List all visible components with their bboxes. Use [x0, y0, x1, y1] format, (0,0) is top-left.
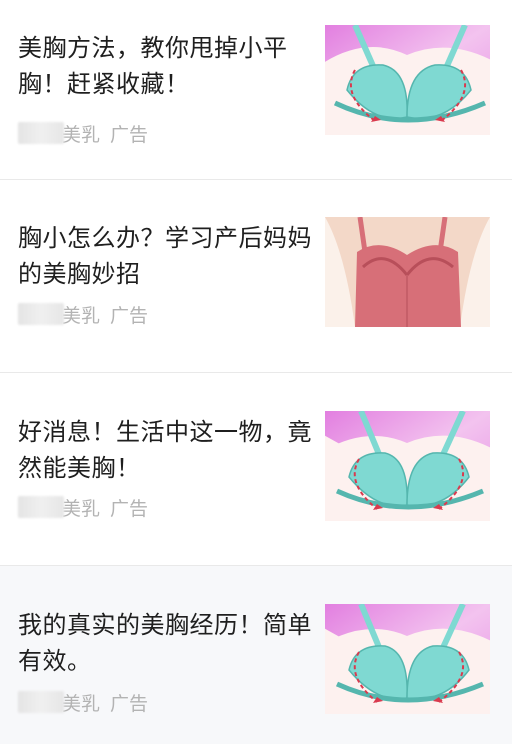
ad-title[interactable]: 胸小怎么办？学习产后妈妈的美胸妙招 [18, 220, 313, 292]
ad-tag: 广告 [110, 497, 149, 520]
ad-item[interactable]: 好消息！生活中这一物，竟然能美胸！ 美乳 广告 [0, 373, 512, 566]
ad-thumbnail[interactable] [325, 604, 490, 714]
source-avatar-blur [18, 303, 64, 325]
source-avatar-blur [18, 496, 64, 518]
source-name: 美乳 [62, 497, 101, 520]
source-avatar-blur [18, 122, 64, 144]
source-name: 美乳 [62, 692, 101, 715]
ad-title[interactable]: 我的真实的美胸经历！简单有效。 [18, 607, 313, 679]
ad-tag: 广告 [110, 692, 149, 715]
ad-meta: 美乳 广告 [18, 121, 149, 146]
ad-feed: 美胸方法，教你甩掉小平胸！赶紧收藏！ 美乳 广告 胸小怎么办？学习产后妈妈的美胸… [0, 0, 512, 744]
ad-meta: 美乳 广告 [18, 495, 149, 520]
teal-bra-illustration-icon [325, 604, 490, 714]
ad-meta: 美乳 广告 [18, 302, 149, 327]
ad-thumbnail[interactable] [325, 411, 490, 521]
ad-item[interactable]: 我的真实的美胸经历！简单有效。 美乳 广告 [0, 566, 512, 744]
ad-title[interactable]: 好消息！生活中这一物，竟然能美胸！ [18, 414, 313, 486]
ad-meta: 美乳 广告 [18, 690, 149, 715]
ad-item[interactable]: 胸小怎么办？学习产后妈妈的美胸妙招 美乳 广告 [0, 180, 512, 373]
ad-thumbnail[interactable] [325, 25, 490, 135]
ad-item[interactable]: 美胸方法，教你甩掉小平胸！赶紧收藏！ 美乳 广告 [0, 0, 512, 180]
ad-tag: 广告 [110, 123, 149, 146]
source-name: 美乳 [62, 123, 101, 146]
ad-tag: 广告 [110, 304, 149, 327]
teal-bra-illustration-icon [325, 411, 490, 521]
ad-thumbnail[interactable] [325, 217, 490, 327]
red-bra-illustration-icon [325, 217, 490, 327]
source-name: 美乳 [62, 304, 101, 327]
ad-title[interactable]: 美胸方法，教你甩掉小平胸！赶紧收藏！ [18, 30, 313, 102]
source-avatar-blur [18, 691, 64, 713]
teal-bra-illustration-icon [325, 25, 490, 135]
